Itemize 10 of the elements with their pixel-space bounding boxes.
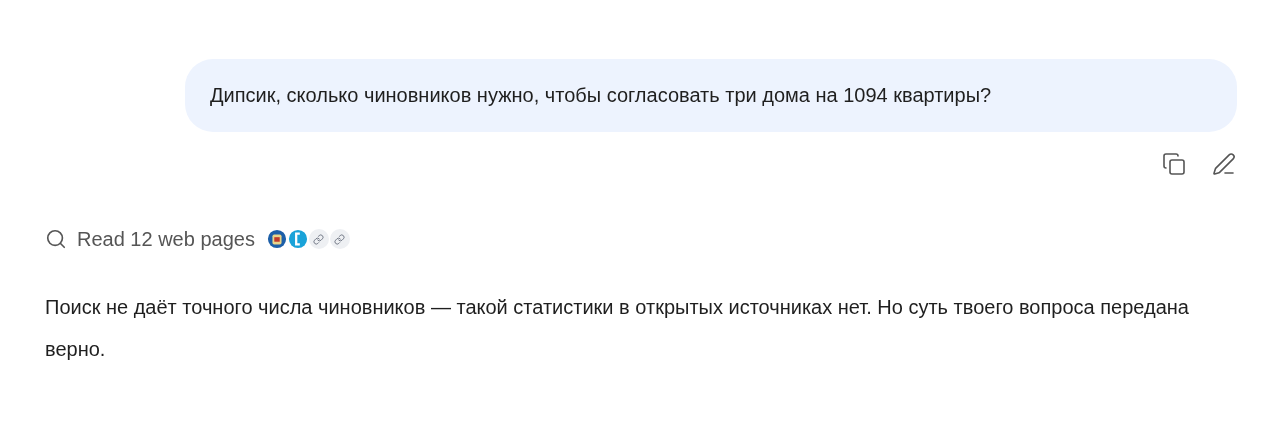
search-icon [45,228,67,250]
site-favicon-icon[interactable] [287,229,308,249]
link-icon[interactable] [308,229,329,249]
copy-icon[interactable] [1162,152,1186,176]
link-icon[interactable] [329,229,350,249]
edit-icon[interactable] [1212,152,1236,176]
user-message: Дипсик, сколько чиновников нужно, чтобы согласовать три дома на 1094 квартиры? [210,83,993,108]
site-favicon-icon[interactable] [266,229,287,249]
answer-paragraph: Поиск не даёт точного числа чиновников — такой статистики в открытых источниках нет. Но суть твоего вопроса передана верно. [45,295,1190,362]
search-summary[interactable]: Read 12 web pages [77,224,255,254]
